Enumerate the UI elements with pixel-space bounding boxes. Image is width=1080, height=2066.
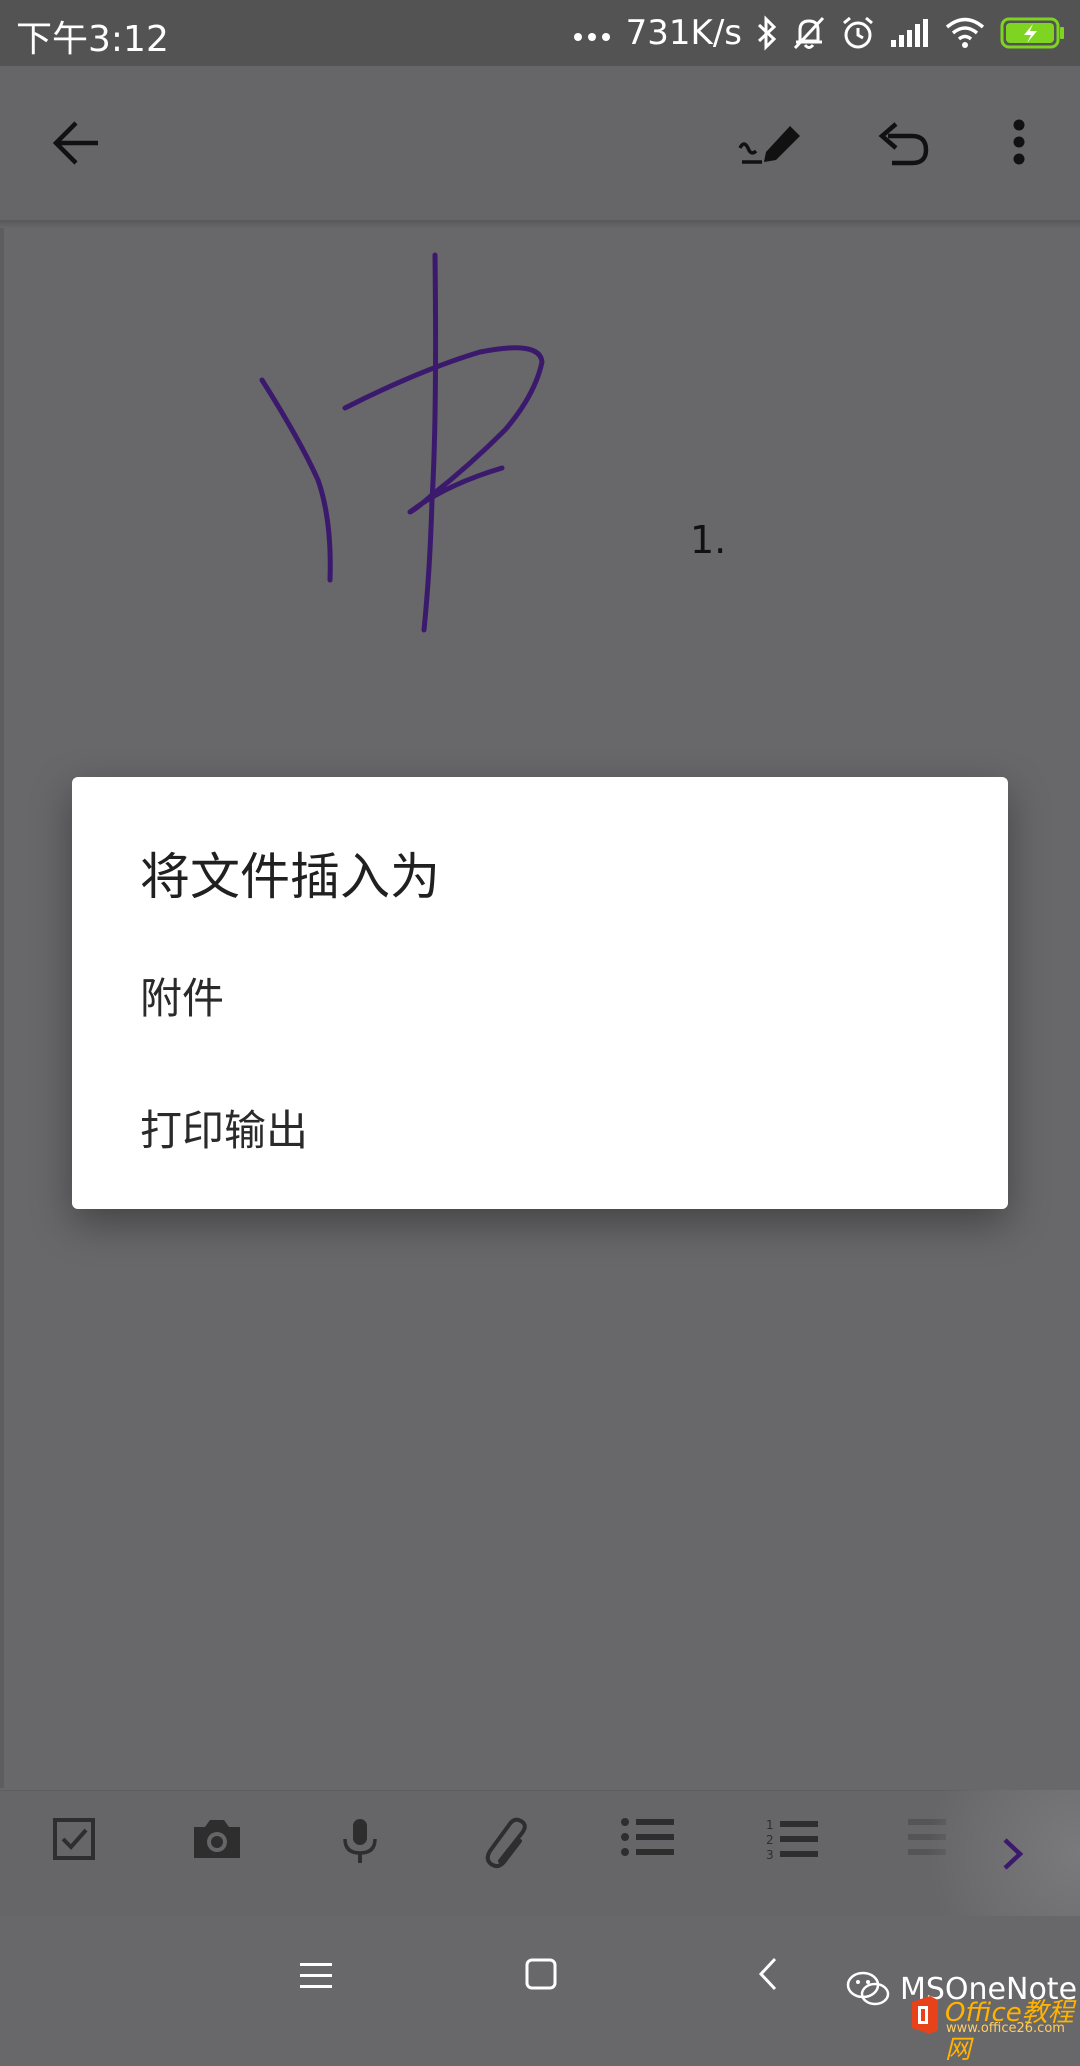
ink-stroke <box>342 345 545 515</box>
ink-stroke <box>421 252 439 633</box>
logo-url: www.office26.com <box>946 2021 1065 2036</box>
list-digit-2: 2 <box>766 1833 774 1847</box>
paperclip-icon[interactable] <box>482 1817 532 1871</box>
list-number: 1. <box>690 518 727 562</box>
numbered-list-icon[interactable]: 123 <box>764 1817 820 1861</box>
bullet-list-icon[interactable] <box>620 1817 676 1857</box>
back-icon[interactable] <box>757 1956 779 1992</box>
wechat-icon <box>846 1971 890 2007</box>
insert-file-dialog: 将文件插入为 附件 打印输出 <box>72 777 1008 1209</box>
microphone-icon[interactable] <box>340 1817 380 1865</box>
office-logo-icon <box>912 1996 938 2034</box>
checkbox-icon[interactable] <box>52 1817 96 1861</box>
dialog-title: 将文件插入为 <box>140 848 440 906</box>
camera-icon[interactable] <box>190 1817 244 1861</box>
site-logo: Office教程网 www.office26.com <box>900 1990 1080 2065</box>
list-digit-3: 3 <box>766 1848 774 1861</box>
ink-stroke <box>259 377 333 583</box>
toolbar-scroll-fade <box>900 1790 1080 1916</box>
list-digit-1: 1 <box>766 1818 774 1832</box>
home-icon[interactable] <box>525 1958 557 1990</box>
chevron-right-icon[interactable] <box>1000 1836 1026 1872</box>
menu-icon[interactable] <box>300 1961 332 1989</box>
handwriting-ink <box>259 252 545 633</box>
option-attachment[interactable]: 附件 <box>140 965 224 1026</box>
option-printout[interactable]: 打印输出 <box>140 1097 308 1158</box>
